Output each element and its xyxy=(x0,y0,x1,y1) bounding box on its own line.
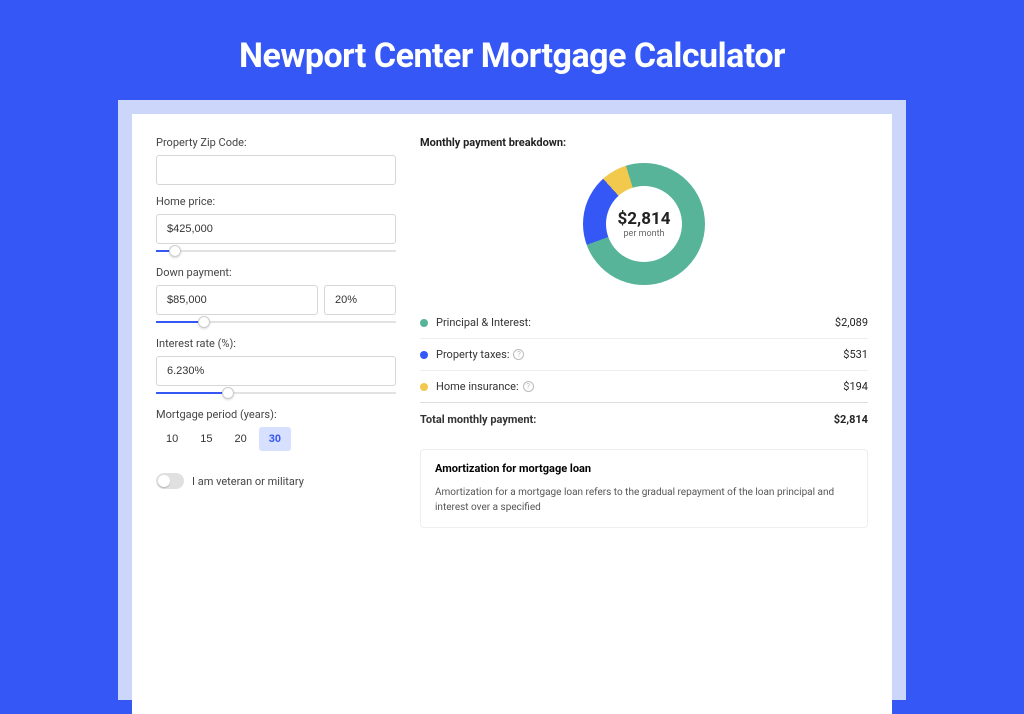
breakdown-line: Principal & Interest:$2,089 xyxy=(420,307,868,338)
breakdown-column: Monthly payment breakdown: $2,814 per mo… xyxy=(420,136,868,692)
page-title: Newport Center Mortgage Calculator xyxy=(0,0,1024,100)
slider-thumb[interactable] xyxy=(222,387,234,399)
veteran-toggle[interactable] xyxy=(156,473,184,489)
interest-label: Interest rate (%): xyxy=(156,337,396,350)
legend-dot xyxy=(420,319,428,327)
breakdown-label: Home insurance:? xyxy=(436,380,843,393)
legend-dot xyxy=(420,383,428,391)
card-inner: Property Zip Code: Home price: Down paym… xyxy=(132,114,892,714)
breakdown-value: $531 xyxy=(843,348,868,361)
down-payment-input[interactable] xyxy=(156,285,318,315)
home-price-slider[interactable] xyxy=(156,246,396,256)
total-value: $2,814 xyxy=(834,413,868,426)
breakdown-label: Principal & Interest: xyxy=(436,316,835,329)
total-line: Total monthly payment: $2,814 xyxy=(420,402,868,435)
period-options: 10152030 xyxy=(156,427,396,451)
amortization-title: Amortization for mortgage loan xyxy=(435,462,853,475)
form-column: Property Zip Code: Home price: Down paym… xyxy=(156,136,396,692)
breakdown-line: Property taxes:?$531 xyxy=(420,338,868,370)
zip-input[interactable] xyxy=(156,155,396,185)
donut-sub: per month xyxy=(618,229,671,239)
period-option-30[interactable]: 30 xyxy=(259,427,291,451)
period-option-10[interactable]: 10 xyxy=(156,427,188,451)
breakdown-title: Monthly payment breakdown: xyxy=(420,136,868,149)
veteran-label: I am veteran or military xyxy=(192,475,304,488)
period-option-20[interactable]: 20 xyxy=(225,427,257,451)
interest-slider[interactable] xyxy=(156,388,396,398)
down-payment-pct-input[interactable] xyxy=(324,285,396,315)
slider-thumb[interactable] xyxy=(198,316,210,328)
breakdown-line: Home insurance:?$194 xyxy=(420,370,868,402)
amortization-text: Amortization for a mortgage loan refers … xyxy=(435,485,853,515)
home-price-label: Home price: xyxy=(156,195,396,208)
donut-amount: $2,814 xyxy=(618,209,671,229)
interest-input[interactable] xyxy=(156,356,396,386)
down-payment-slider[interactable] xyxy=(156,317,396,327)
donut-chart: $2,814 per month xyxy=(420,149,868,307)
zip-label: Property Zip Code: xyxy=(156,136,396,149)
period-label: Mortgage period (years): xyxy=(156,408,396,421)
total-label: Total monthly payment: xyxy=(420,413,834,426)
breakdown-value: $194 xyxy=(843,380,868,393)
legend-dot xyxy=(420,351,428,359)
home-price-input[interactable] xyxy=(156,214,396,244)
card-outer: Property Zip Code: Home price: Down paym… xyxy=(118,100,906,700)
breakdown-value: $2,089 xyxy=(835,316,868,329)
help-icon[interactable]: ? xyxy=(523,381,534,392)
amortization-box: Amortization for mortgage loan Amortizat… xyxy=(420,449,868,528)
period-option-15[interactable]: 15 xyxy=(190,427,222,451)
down-payment-label: Down payment: xyxy=(156,266,396,279)
help-icon[interactable]: ? xyxy=(513,349,524,360)
slider-thumb[interactable] xyxy=(169,245,181,257)
breakdown-label: Property taxes:? xyxy=(436,348,843,361)
